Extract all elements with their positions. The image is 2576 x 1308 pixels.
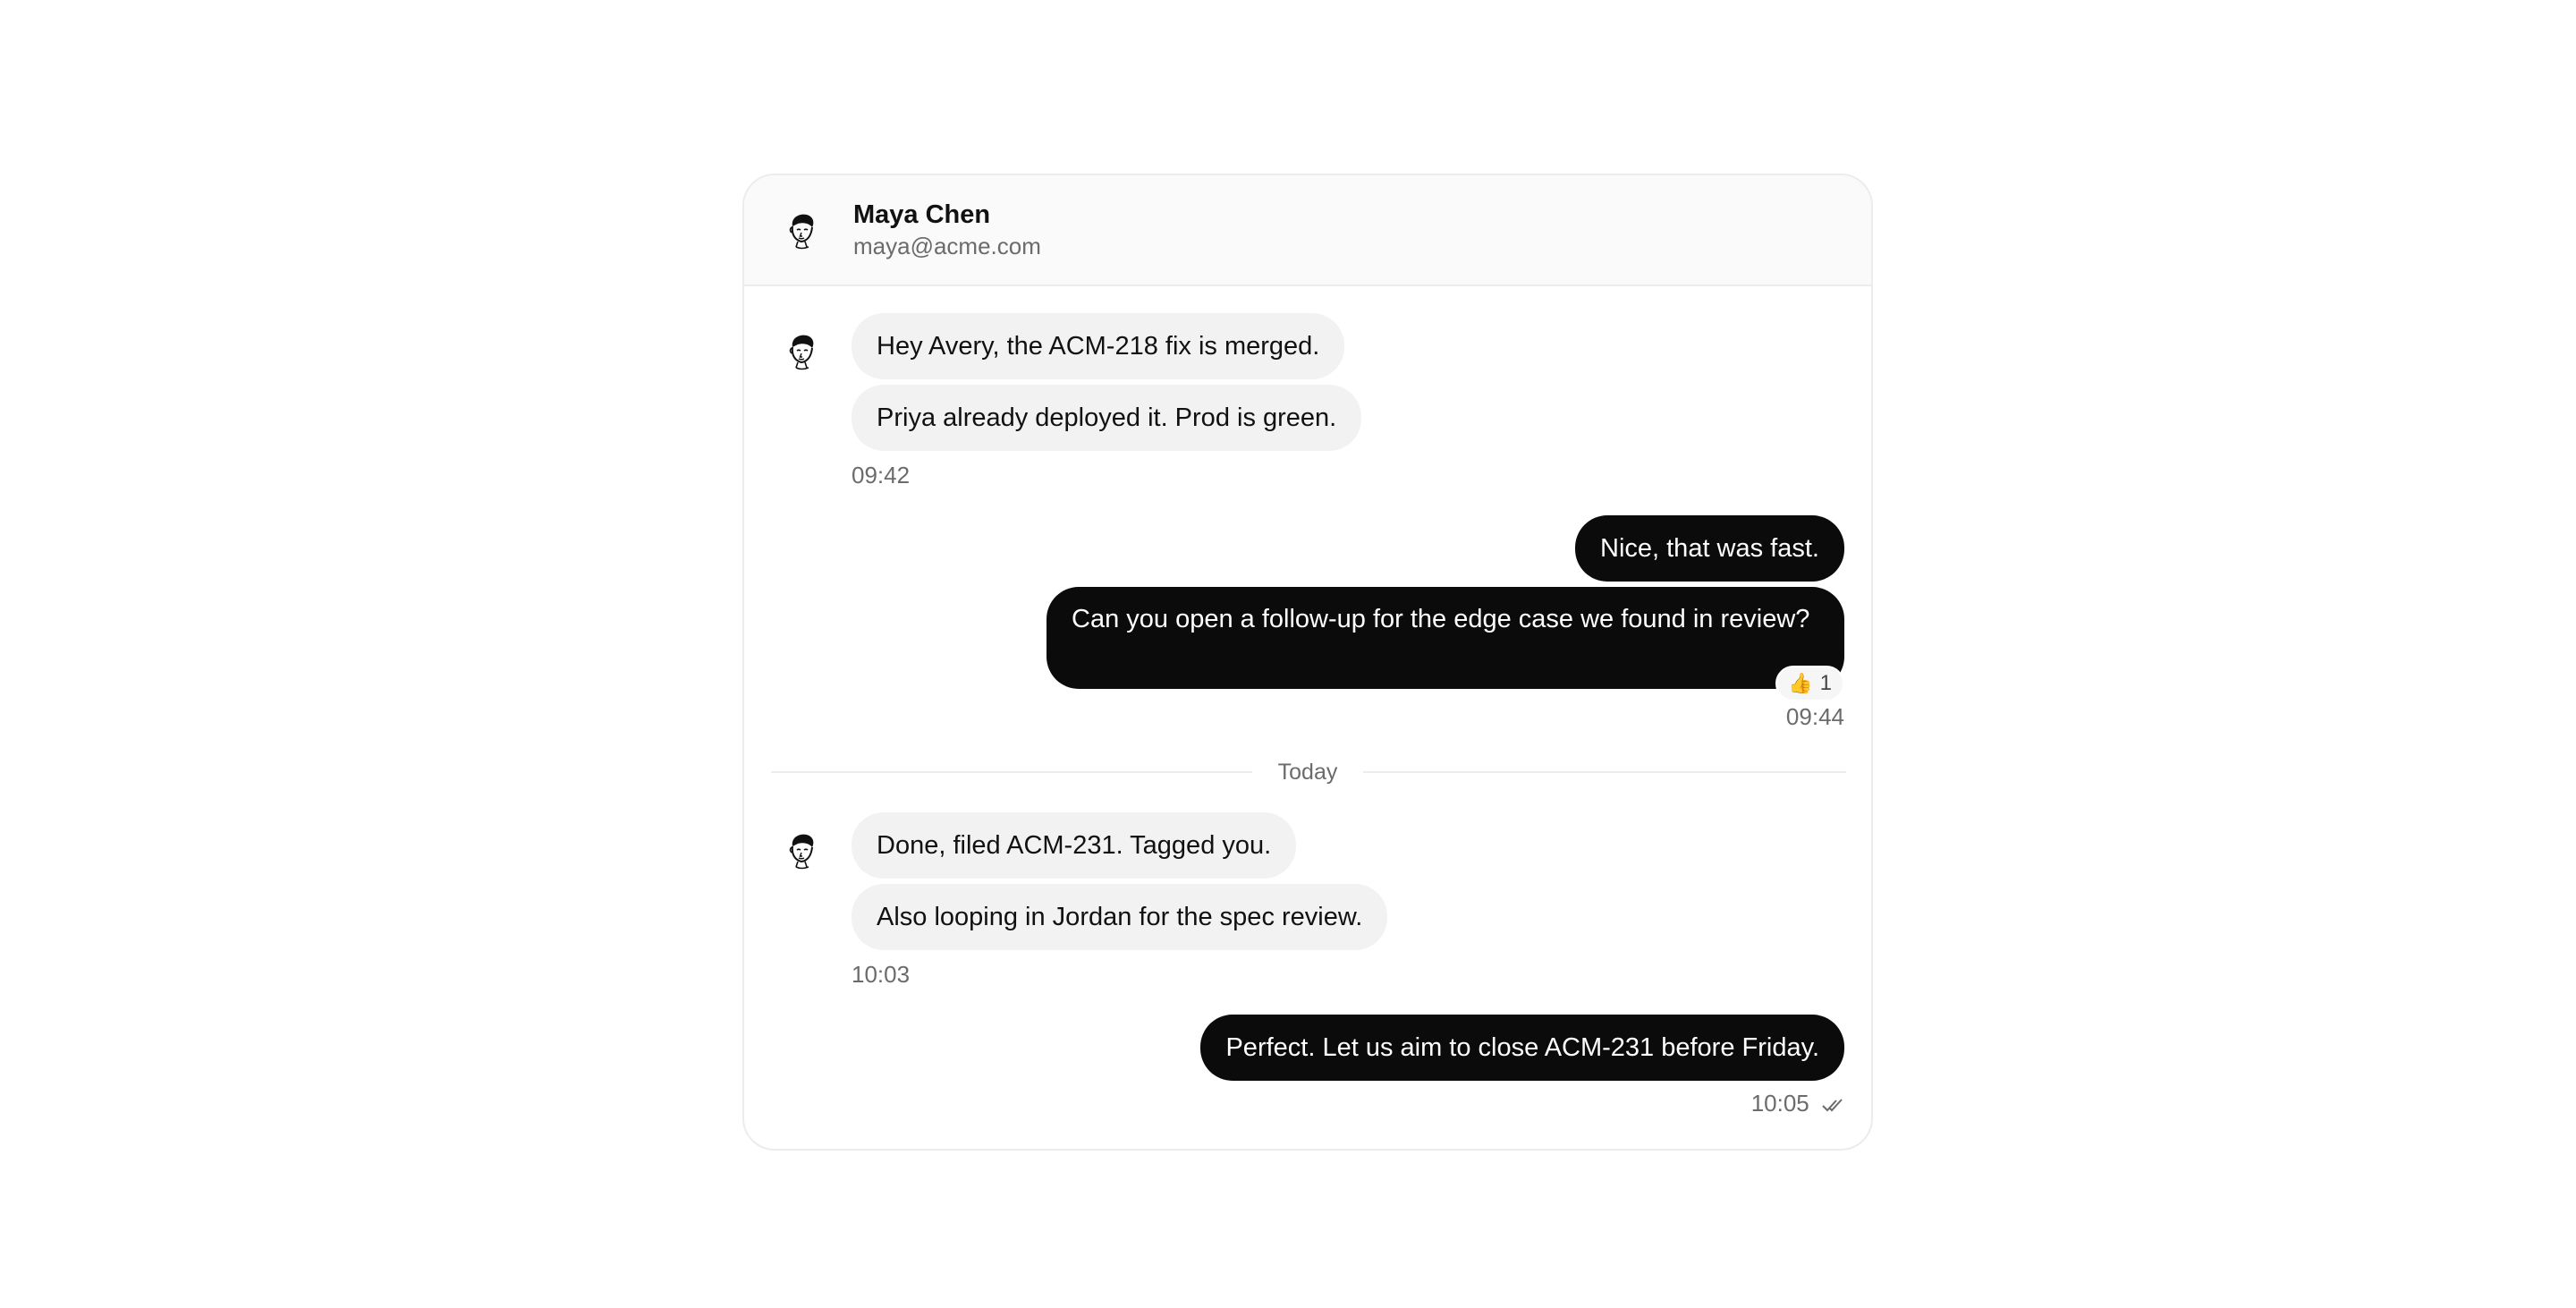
message-list[interactable]: Hey Avery, the ACM-218 fix is merged. Pr…	[744, 286, 1871, 1149]
chat-header: Maya Chen maya@acme.com	[744, 175, 1871, 286]
contact-email: maya@acme.com	[853, 233, 1041, 259]
outgoing-message-bubble[interactable]: Can you open a follow-up for the edge ca…	[1046, 587, 1844, 689]
incoming-message-bubble[interactable]: Also looping in Jordan for the spec revi…	[852, 884, 1388, 950]
message-status-row: 10:05	[1751, 1090, 1844, 1117]
person-sketch-icon	[789, 335, 814, 370]
incoming-message-bubble[interactable]: Priya already deployed it. Prod is green…	[852, 385, 1362, 451]
person-sketch-icon	[789, 834, 814, 870]
double-check-icon	[1821, 1096, 1844, 1114]
message-timestamp: 09:44	[1785, 703, 1844, 730]
outgoing-message-bubble[interactable]: Nice, that was fast.	[1575, 515, 1844, 582]
message-timestamp: 10:05	[1750, 1090, 1809, 1117]
message-timestamp: 09:42	[852, 462, 911, 488]
divider-line	[771, 771, 1252, 773]
contact-info: Maya Chen maya@acme.com	[853, 199, 1041, 261]
thumbs-up-icon: 👍	[1788, 672, 1813, 694]
divider-line	[1363, 771, 1846, 773]
incoming-message-bubble[interactable]: Done, filed ACM-231. Tagged you.	[852, 812, 1297, 879]
message-timestamp: 10:03	[852, 961, 911, 988]
chat-card: Maya Chen maya@acme.com Hey Avery, the A…	[742, 174, 1873, 1151]
contact-name: Maya Chen	[853, 200, 991, 229]
outgoing-message-bubble[interactable]: Perfect. Let us aim to close ACM-231 bef…	[1200, 1015, 1844, 1081]
contact-avatar[interactable]	[780, 208, 823, 251]
person-sketch-icon	[789, 214, 814, 250]
reaction-count: 1	[1819, 671, 1832, 695]
message-reaction[interactable]: 👍 1	[1775, 666, 1844, 701]
date-divider-label: Today	[1277, 760, 1338, 785]
contact-avatar	[780, 828, 823, 871]
contact-avatar	[780, 329, 823, 372]
incoming-message-bubble[interactable]: Hey Avery, the ACM-218 fix is merged.	[852, 313, 1345, 379]
